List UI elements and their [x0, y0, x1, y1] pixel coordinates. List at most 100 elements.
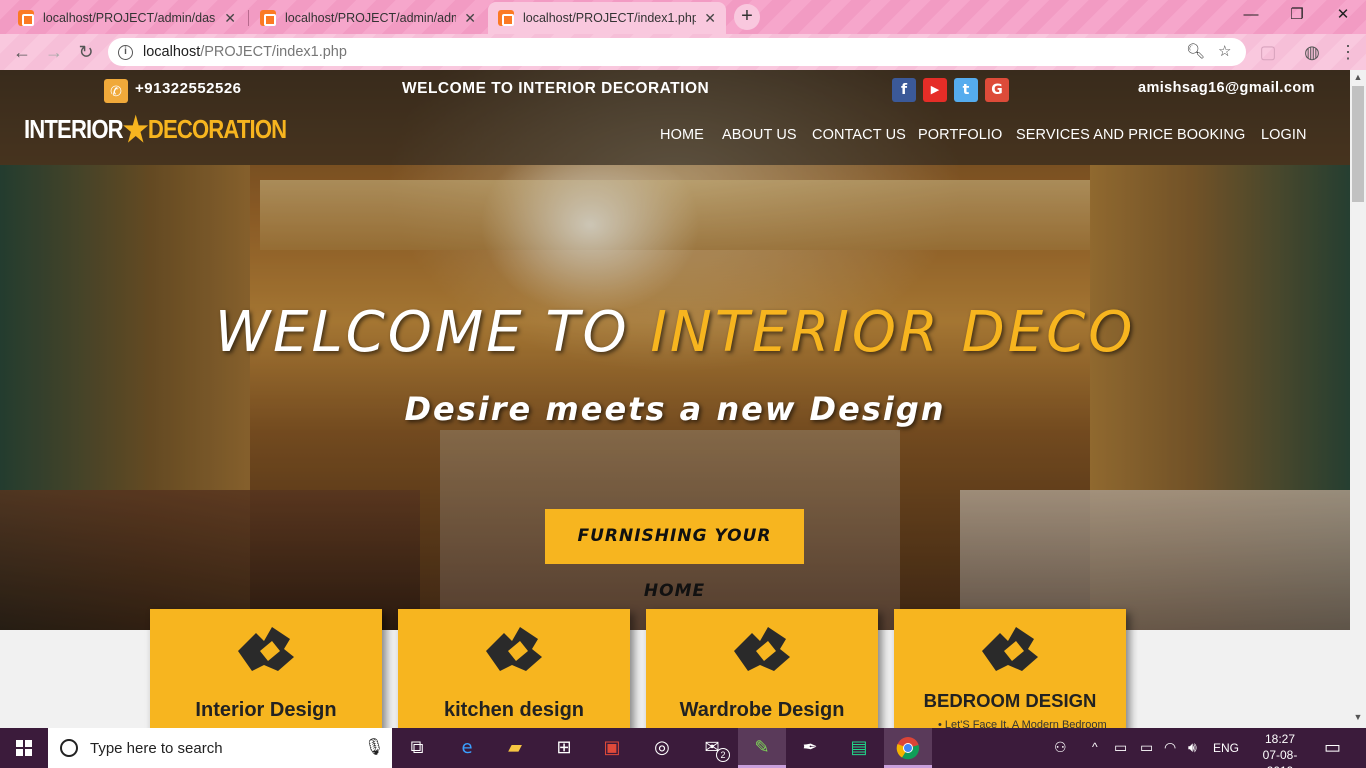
sofa-icon [486, 627, 542, 671]
network-error-icon[interactable]: ▭ [1114, 739, 1127, 756]
pen-icon[interactable]: ✒ [796, 734, 824, 762]
scrollbar-thumb[interactable] [1352, 86, 1364, 202]
hero-title-white: WELCOME TO [214, 300, 651, 365]
xampp-favicon-icon [18, 10, 34, 26]
cortana-icon [60, 739, 78, 757]
file-explorer-icon[interactable]: ▰ [501, 734, 529, 762]
new-tab-button[interactable]: + [734, 4, 760, 30]
logo-text-left: INTERIOR [24, 114, 124, 144]
header-welcome-text: WELCOME TO INTERIOR DECORATION [402, 80, 710, 97]
system-clock[interactable]: 18:27 07-08-2019 [1250, 731, 1310, 768]
wifi-icon[interactable]: ◠ [1164, 739, 1176, 756]
browser-tab[interactable]: localhost/PROJECT/admin/dashb ✕ [8, 2, 246, 34]
furnishing-button[interactable]: FURNISHING YOUR HOME [545, 509, 804, 601]
facebook-icon[interactable]: f [892, 78, 916, 102]
groove-icon[interactable]: ◎ [648, 734, 676, 762]
close-tab-icon[interactable]: ✕ [704, 10, 716, 27]
address-bar[interactable]: i localhost/PROJECT/index1.php 🔍︎ ☆ [108, 38, 1246, 66]
service-card-wardrobe[interactable]: Wardrobe Design [646, 609, 878, 728]
google-plus-icon[interactable]: G [985, 78, 1009, 102]
sofa-icon [734, 627, 790, 671]
hero-title: WELCOME TO INTERIOR DECO [0, 300, 1350, 365]
service-card-interior[interactable]: Interior Design [150, 609, 382, 728]
clock-date: 07-08-2019 [1262, 748, 1298, 768]
sofa-icon [982, 627, 1038, 671]
hero-title-yellow: INTERIOR DECO [650, 300, 1136, 365]
pycharm-icon[interactable]: ▤ [845, 734, 873, 762]
phone-icon: ✆ [104, 79, 128, 103]
forward-arrow-icon[interactable]: → [42, 40, 66, 64]
browser-tab[interactable]: localhost/PROJECT/admin/admin ✕ [250, 2, 486, 34]
star-icon: ★ [122, 111, 149, 149]
browser-toolbar: ← → ↻ i localhost/PROJECT/index1.php 🔍︎ … [0, 34, 1366, 70]
card-title: Wardrobe Design [679, 699, 845, 721]
service-card-kitchen[interactable]: kitchen design [398, 609, 630, 728]
scroll-up-arrow-icon[interactable]: ▲ [1350, 72, 1366, 82]
profile-avatar-icon[interactable]: ◍ [1300, 40, 1324, 64]
hero-section: ✆ +91322552526 WELCOME TO INTERIOR DECOR… [0, 70, 1350, 630]
xampp-favicon-icon [260, 10, 276, 26]
logo-text-right: DECORATION [147, 114, 287, 144]
search-placeholder: Type here to search [90, 739, 223, 757]
taskbar-search-box[interactable]: Type here to search 🎙︎ [48, 728, 392, 768]
action-center-icon[interactable]: ▭ [1324, 737, 1341, 758]
windows-logo-icon [16, 740, 32, 756]
close-tab-icon[interactable]: ✕ [224, 10, 236, 27]
browser-tab-active[interactable]: localhost/PROJECT/index1.php ✕ [488, 2, 726, 34]
windows-taskbar: Type here to search 🎙︎ ⧉ e ▰ ⊞ ▣ ◎ ✉ 2 ✎… [0, 728, 1366, 768]
microphone-icon[interactable]: 🎙︎ [364, 737, 384, 757]
nav-booking[interactable]: BOOKING [1177, 127, 1245, 143]
service-card-bedroom[interactable]: BEDROOM DESIGN • Let'S Face It, A Modern… [894, 609, 1126, 728]
card-title: BEDROOM DESIGN [923, 690, 1097, 711]
gift-app-icon[interactable]: ▣ [598, 734, 626, 762]
hero-subtitle: Desire meets a new Design [404, 390, 946, 428]
twitter-icon[interactable]: t [954, 78, 978, 102]
web-page: ✆ +91322552526 WELCOME TO INTERIOR DECOR… [0, 70, 1350, 728]
browser-tab-strip: localhost/PROJECT/admin/dashb ✕ localhos… [0, 0, 1366, 34]
tab-title: localhost/PROJECT/index1.php [523, 11, 697, 25]
notepadpp-icon[interactable]: ✎ [748, 734, 776, 762]
tab-title: localhost/PROJECT/admin/dashb [43, 11, 217, 25]
language-indicator[interactable]: ENG [1213, 741, 1239, 755]
reload-icon[interactable]: ↻ [74, 40, 98, 64]
bookmark-star-icon[interactable]: ☆ [1218, 42, 1231, 60]
nav-services-and-price[interactable]: SERVICES AND PRICE [1016, 127, 1173, 143]
card-title: kitchen design [443, 699, 585, 721]
restore-button[interactable]: ❐ [1274, 0, 1320, 32]
minimize-button[interactable]: — [1228, 0, 1274, 32]
tab-title: localhost/PROJECT/admin/admin [285, 11, 457, 25]
site-info-icon[interactable]: i [118, 44, 133, 60]
back-arrow-icon[interactable]: ← [10, 40, 34, 64]
page-scrollbar[interactable]: ▲ ▼ [1350, 70, 1366, 728]
start-button[interactable] [0, 728, 48, 768]
chrome-icon[interactable] [894, 734, 922, 762]
card-title: Interior Design [195, 699, 337, 721]
show-hidden-icons-icon[interactable]: ^ [1092, 740, 1098, 754]
close-window-button[interactable]: ✕ [1320, 0, 1366, 32]
people-icon[interactable]: ⚇ [1054, 739, 1067, 756]
store-icon[interactable]: ⊞ [550, 734, 578, 762]
url-host: localhost [143, 44, 201, 60]
close-tab-icon[interactable]: ✕ [464, 10, 476, 27]
edge-icon[interactable]: e [453, 734, 481, 762]
volume-icon[interactable]: 🔊︎ [1188, 739, 1197, 756]
battery-icon[interactable]: ▭ [1140, 739, 1153, 756]
task-view-icon[interactable]: ⧉ [403, 734, 431, 762]
nav-login[interactable]: LOGIN [1261, 127, 1307, 143]
menu-kebab-icon[interactable]: ⋮ [1336, 40, 1360, 64]
card-bullet: • Let'S Face It, A Modern Bedroom [938, 719, 1107, 728]
nav-about-us[interactable]: ABOUT US [722, 127, 797, 143]
phone-number: +91322552526 [135, 80, 242, 97]
nav-home[interactable]: HOME [660, 127, 704, 143]
extension-icon[interactable]: ▢ [1256, 40, 1280, 64]
tab-separator [248, 10, 249, 26]
nav-portfolio[interactable]: PORTFOLIO [918, 127, 1002, 143]
youtube-icon[interactable]: ▶ [923, 78, 947, 102]
scroll-down-arrow-icon[interactable]: ▼ [1350, 712, 1366, 722]
mail-badge: 2 [716, 748, 730, 762]
site-logo[interactable]: INTERIOR★DECORATION [24, 110, 287, 150]
xampp-favicon-icon [498, 10, 514, 26]
nav-contact-us[interactable]: CONTACT US [812, 127, 906, 143]
zoom-icon[interactable]: 🔍︎ [1186, 42, 1205, 60]
card-bullet-text: Let'S Face It, A Modern Bedroom [944, 719, 1107, 728]
